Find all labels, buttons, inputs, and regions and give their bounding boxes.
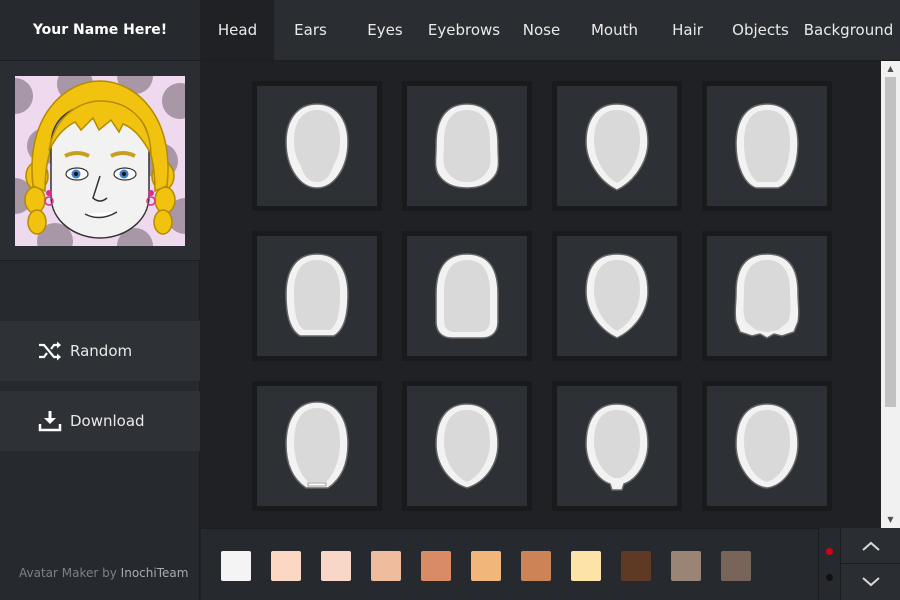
head-shape-oval-icon bbox=[285, 103, 349, 189]
tab-label: Background bbox=[803, 21, 894, 39]
palette-pager bbox=[818, 528, 840, 600]
scroll-down-arrow-icon[interactable]: ▼ bbox=[881, 512, 900, 528]
avatar-name[interactable]: Your Name Here! bbox=[33, 22, 167, 38]
tab-objects[interactable]: Objects bbox=[724, 0, 797, 60]
head-option-12[interactable] bbox=[702, 381, 832, 511]
tab-nose[interactable]: Nose bbox=[505, 0, 578, 60]
head-shape-soft-icon bbox=[435, 403, 499, 489]
tab-label: Mouth bbox=[590, 21, 638, 39]
tab-hair[interactable]: Hair bbox=[651, 0, 724, 60]
color-swatch-5[interactable] bbox=[421, 551, 451, 581]
download-icon bbox=[38, 411, 62, 432]
credit-prefix: Avatar Maker by bbox=[19, 566, 121, 580]
color-swatch-6[interactable] bbox=[471, 551, 501, 581]
avatar-name-field[interactable]: Your Name Here! bbox=[0, 0, 200, 61]
tab-mouth[interactable]: Mouth bbox=[578, 0, 651, 60]
head-option-4[interactable] bbox=[702, 81, 832, 211]
head-shape-rounded-icon bbox=[735, 103, 799, 189]
head-option-3[interactable] bbox=[552, 81, 682, 211]
color-swatch-7[interactable] bbox=[521, 551, 551, 581]
head-shape-egg-icon bbox=[735, 403, 799, 489]
pager-dot-1[interactable] bbox=[826, 548, 833, 555]
random-button[interactable]: Random bbox=[0, 321, 200, 381]
tab-label: Eyes bbox=[367, 21, 403, 39]
tab-head[interactable]: Head bbox=[201, 0, 274, 60]
color-swatch-8[interactable] bbox=[571, 551, 601, 581]
head-shape-jagged-icon bbox=[734, 253, 800, 339]
scroll-up-arrow-icon[interactable]: ▲ bbox=[881, 61, 900, 77]
download-button[interactable]: Download bbox=[0, 391, 200, 451]
tab-ears[interactable]: Ears bbox=[274, 0, 347, 60]
palette-down-button[interactable] bbox=[841, 564, 900, 600]
head-option-11[interactable] bbox=[552, 381, 682, 511]
head-option-6[interactable] bbox=[402, 231, 532, 361]
palette-arrows bbox=[840, 528, 900, 600]
head-option-8[interactable] bbox=[702, 231, 832, 361]
tab-eyes[interactable]: Eyes bbox=[347, 0, 423, 60]
head-shape-block-icon bbox=[435, 253, 499, 339]
credit-team-link[interactable]: InochiTeam bbox=[121, 566, 189, 580]
head-option-1[interactable] bbox=[252, 81, 382, 211]
tab-label: Ears bbox=[294, 21, 327, 39]
tab-label: Hair bbox=[672, 21, 703, 39]
category-tabs: Head Ears Eyes Eyebrows Nose Mouth Hair … bbox=[201, 0, 900, 61]
head-option-10[interactable] bbox=[402, 381, 532, 511]
head-shape-wide-icon bbox=[434, 103, 500, 189]
vertical-scrollbar[interactable]: ▲ ▼ bbox=[881, 61, 900, 528]
head-option-2[interactable] bbox=[402, 81, 532, 211]
head-option-7[interactable] bbox=[552, 231, 682, 361]
head-shape-pointed-icon bbox=[585, 103, 649, 191]
tab-eyebrows[interactable]: Eyebrows bbox=[423, 0, 505, 60]
chevron-up-icon bbox=[862, 541, 880, 551]
color-swatch-11[interactable] bbox=[721, 551, 751, 581]
color-swatch-1[interactable] bbox=[221, 551, 251, 581]
head-option-9[interactable] bbox=[252, 381, 382, 511]
tab-background[interactable]: Background bbox=[797, 0, 900, 60]
color-swatch-3[interactable] bbox=[321, 551, 351, 581]
color-swatch-4[interactable] bbox=[371, 551, 401, 581]
head-shape-long-icon bbox=[285, 401, 349, 489]
sidebar: Your Name Here! Random Download Avatar M… bbox=[0, 0, 200, 600]
tab-label: Head bbox=[217, 21, 258, 39]
head-shape-square-icon bbox=[285, 253, 349, 337]
download-button-label: Download bbox=[70, 412, 145, 430]
avatar-preview bbox=[15, 76, 185, 246]
avatar-preview-panel bbox=[0, 61, 200, 261]
chevron-down-icon bbox=[862, 577, 880, 587]
head-option-5[interactable] bbox=[252, 231, 382, 361]
color-swatch-2[interactable] bbox=[271, 551, 301, 581]
color-swatch-10[interactable] bbox=[671, 551, 701, 581]
tab-label: Eyebrows bbox=[427, 21, 501, 39]
pager-dot-2[interactable] bbox=[826, 574, 833, 581]
palette-up-button[interactable] bbox=[841, 528, 900, 564]
scrollbar-thumb[interactable] bbox=[885, 77, 896, 407]
footer-credit: Avatar Maker by InochiTeam bbox=[19, 566, 188, 580]
head-shape-heart-icon bbox=[585, 253, 649, 339]
head-shape-grid bbox=[201, 61, 881, 528]
shuffle-icon bbox=[39, 341, 61, 361]
tab-label: Nose bbox=[522, 21, 561, 39]
head-shape-chin-icon bbox=[585, 403, 649, 491]
skin-color-palette bbox=[201, 528, 818, 600]
random-button-label: Random bbox=[70, 342, 133, 360]
color-swatch-9[interactable] bbox=[621, 551, 651, 581]
tab-label: Objects bbox=[732, 21, 789, 39]
